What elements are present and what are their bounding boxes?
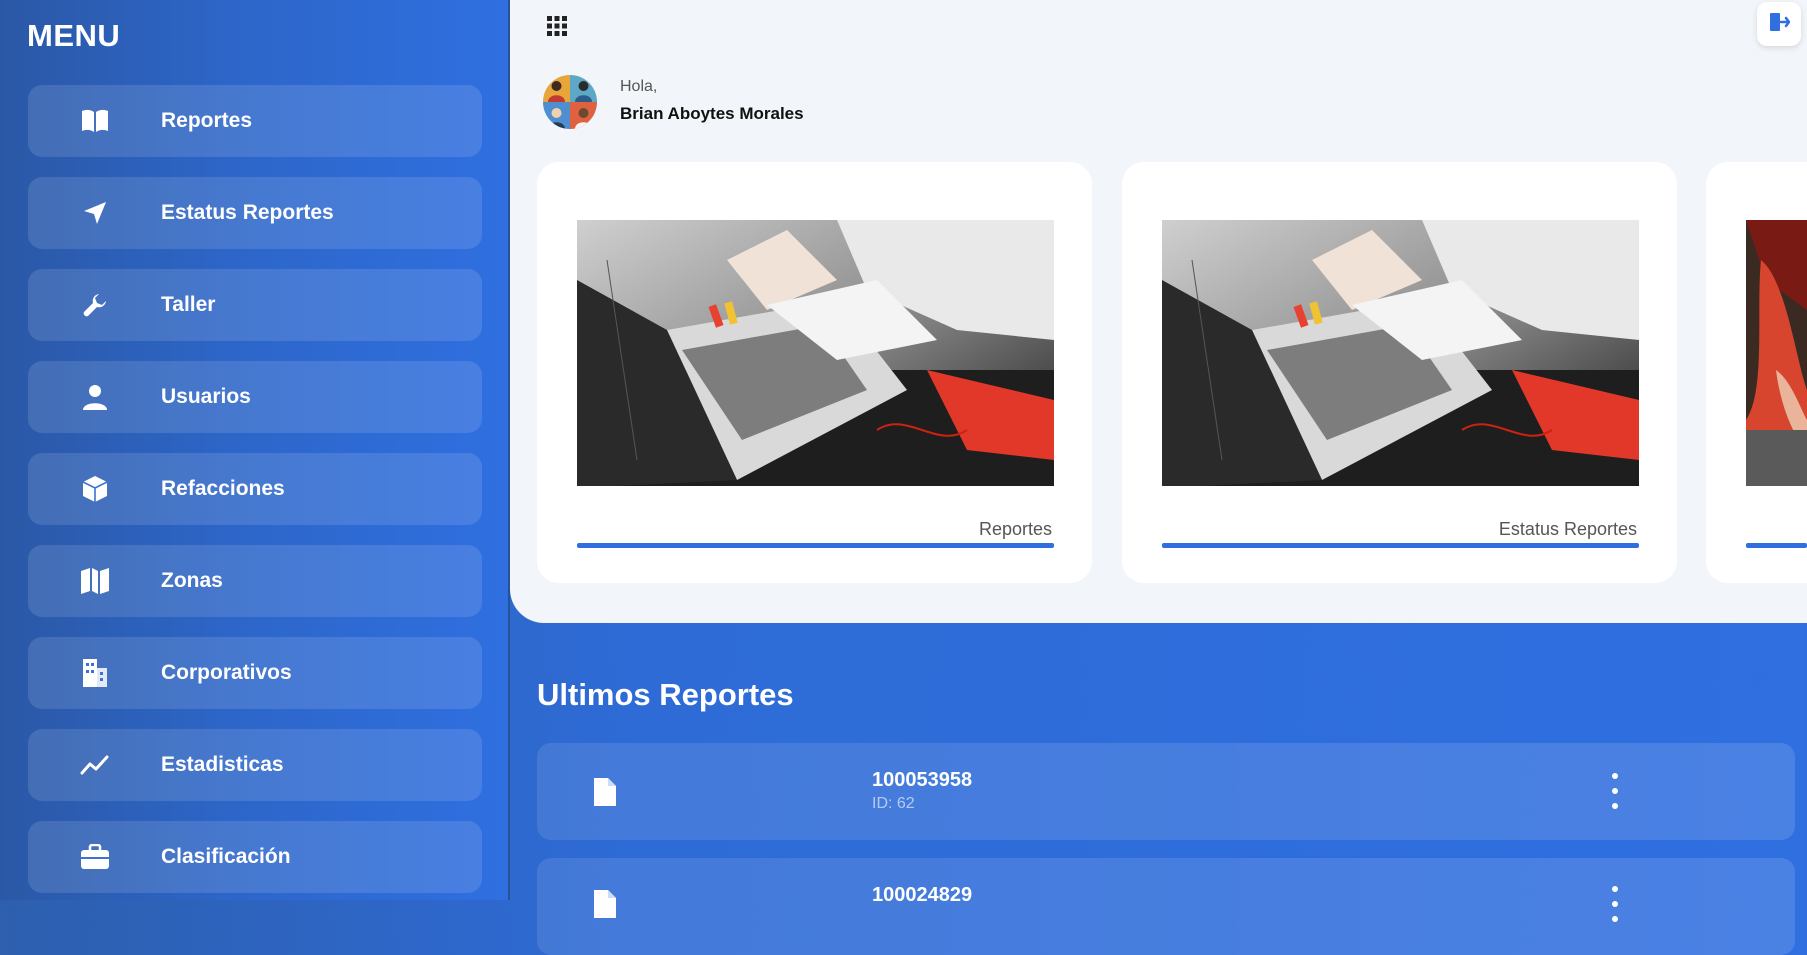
greeting-text: Hola,	[620, 78, 658, 95]
sidebar-item-estatus-reportes[interactable]: Estatus Reportes	[28, 177, 482, 249]
sidebar-item-refacciones[interactable]: Refacciones	[28, 453, 482, 525]
card-accent-bar	[1746, 543, 1807, 548]
sidebar-item-label: Refacciones	[161, 477, 285, 500]
top-panel: Hola, Brian Aboytes Morales Reportes Est…	[510, 0, 1807, 623]
sidebar-item-label: Estatus Reportes	[161, 201, 334, 224]
card-image	[577, 220, 1054, 486]
report-number: 100024829	[872, 884, 973, 906]
report-number: 100053958	[872, 769, 973, 791]
sidebar-item-label: Corporativos	[161, 661, 292, 684]
card-accent-bar	[1162, 543, 1639, 548]
trend-chart-icon	[80, 750, 110, 780]
card-estatus-reportes[interactable]: Estatus Reportes	[1122, 162, 1677, 583]
card-caption: Estatus Reportes	[1498, 519, 1637, 539]
document-icon	[592, 776, 618, 808]
menu-title: MENU	[27, 18, 121, 53]
card-caption: Reportes	[978, 519, 1052, 539]
card-reportes[interactable]: Reportes	[537, 162, 1092, 583]
sidebar-item-estadisticas[interactable]: Estadisticas	[28, 729, 482, 801]
menu-list: Reportes Estatus Reportes Taller Usuario…	[28, 85, 482, 913]
section-title: Ultimos Reportes	[537, 677, 794, 712]
sidebar-item-label: Reportes	[161, 109, 253, 132]
user-greeting: Hola, Brian Aboytes Morales	[620, 78, 804, 124]
logout-icon	[1768, 11, 1791, 38]
apps-grid-icon[interactable]	[545, 14, 569, 38]
more-options-icon[interactable]	[1603, 886, 1627, 922]
map-icon	[80, 566, 110, 596]
report-id: ID: 62	[872, 795, 915, 812]
card-accent-bar	[577, 543, 1054, 548]
book-icon	[80, 106, 110, 136]
user-icon	[80, 382, 110, 412]
sidebar-item-clasificacion[interactable]: Clasificación	[28, 821, 482, 893]
sidebar-item-corporativos[interactable]: Corporativos	[28, 637, 482, 709]
card-taller[interactable]	[1706, 162, 1807, 583]
sidebar-item-label: Zonas	[161, 569, 223, 592]
user-name: Brian Aboytes Morales	[620, 104, 804, 123]
sidebar: MENU Reportes Estatus Reportes Taller Us…	[0, 0, 510, 900]
cube-icon	[80, 474, 110, 504]
logout-button[interactable]	[1757, 2, 1801, 46]
sidebar-item-label: Clasificación	[161, 845, 291, 868]
avatar	[543, 75, 597, 129]
briefcase-icon	[80, 842, 110, 872]
report-row[interactable]: 100024829	[537, 858, 1795, 955]
sidebar-item-taller[interactable]: Taller	[28, 269, 482, 341]
more-options-icon[interactable]	[1603, 773, 1627, 809]
card-image	[1746, 220, 1807, 486]
document-icon	[592, 888, 618, 920]
sidebar-item-label: Estadisticas	[161, 753, 284, 776]
report-row[interactable]: 100053958 ID: 62	[537, 743, 1795, 840]
building-icon	[80, 658, 110, 688]
sidebar-item-usuarios[interactable]: Usuarios	[28, 361, 482, 433]
navigation-arrow-icon	[80, 198, 110, 228]
sidebar-item-zonas[interactable]: Zonas	[28, 545, 482, 617]
sidebar-item-label: Taller	[161, 293, 216, 316]
sidebar-item-reportes[interactable]: Reportes	[28, 85, 482, 157]
card-image	[1162, 220, 1639, 486]
wrench-icon	[80, 290, 110, 320]
sidebar-item-label: Usuarios	[161, 385, 251, 408]
